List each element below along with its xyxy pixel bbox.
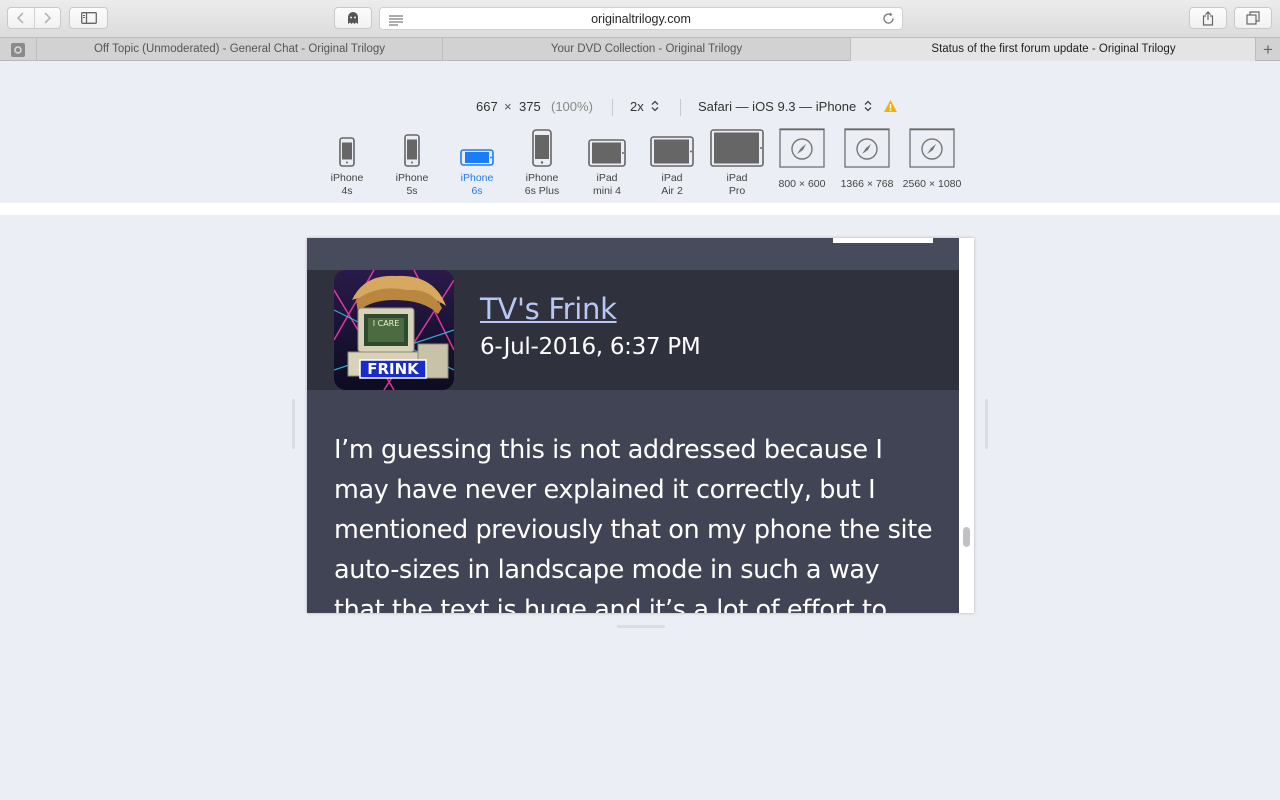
resize-handle-bottom[interactable] <box>617 625 665 628</box>
tab-forum-update[interactable]: Status of the first forum update - Origi… <box>850 38 1256 61</box>
phone-portrait-icon <box>339 137 355 167</box>
viewport-info: 667 × 375 (100%) 2x Safari — iOS 9.3 — i… <box>0 99 1280 117</box>
tab-bar: Off Topic (Unmoderated) - General Chat -… <box>0 37 1280 61</box>
pixel-ratio-select[interactable]: 2x <box>630 99 659 114</box>
sidebar-button[interactable] <box>69 7 108 29</box>
phone-portrait-icon <box>404 134 420 167</box>
pinned-site-icon <box>11 42 25 57</box>
nav-buttons <box>7 7 61 29</box>
user-agent-select[interactable]: Safari — iOS 9.3 — iPhone <box>698 99 872 114</box>
divider <box>612 99 613 116</box>
post-header: I CARE FRINK TV's Frink 6-Jul-2016, 6:37… <box>307 270 959 390</box>
phone-landscape-icon <box>460 149 494 166</box>
responsive-design-bar: 667 × 375 (100%) 2x Safari — iOS 9.3 — i… <box>0 61 1280 203</box>
resize-handle-left[interactable] <box>292 399 295 449</box>
phone-portrait-icon <box>532 129 552 167</box>
share-button[interactable] <box>1189 7 1227 29</box>
ghost-icon <box>348 12 358 24</box>
forward-button[interactable] <box>33 8 61 28</box>
tab-pinned[interactable] <box>0 38 36 61</box>
tab-label: Off Topic (Unmoderated) - General Chat -… <box>93 43 386 55</box>
post-date: 6-Jul-2016, 6:37 PM <box>480 334 701 360</box>
pixel-ratio-value: 2x <box>630 99 644 114</box>
avatar-screen-text: I CARE <box>373 319 400 328</box>
tab-off-topic[interactable]: Off Topic (Unmoderated) - General Chat -… <box>36 38 442 61</box>
sidebar-icon <box>80 12 97 24</box>
viewport-zoom: (100%) <box>551 99 593 114</box>
compass-icon <box>909 128 955 168</box>
compass-icon <box>779 128 825 168</box>
divider <box>680 99 681 116</box>
stepper-icon <box>864 100 872 112</box>
post-body: I’m guessing this is not addressed becau… <box>334 435 933 613</box>
device-presets: iPhone 4s iPhone 5s iPhone 6s iPhone 6s … <box>0 128 1280 199</box>
tabs-overview-button[interactable] <box>1234 7 1272 29</box>
device-viewport: I CARE FRINK TV's Frink 6-Jul-2016, 6:37… <box>307 238 974 613</box>
plus-icon: + <box>1263 40 1273 59</box>
browser-toolbar: originaltrilogy.com <box>0 0 1280 37</box>
reload-icon[interactable] <box>882 12 895 30</box>
page-top-bar <box>307 238 959 270</box>
avatar-image: I CARE FRINK <box>334 270 454 390</box>
tabs-icon <box>1246 11 1260 25</box>
scrollbar-thumb[interactable] <box>963 527 970 547</box>
avatar[interactable]: I CARE FRINK <box>334 270 454 390</box>
author-link[interactable]: TV's Frink <box>480 292 617 326</box>
tablet-landscape-icon <box>650 136 694 167</box>
dimension-times: × <box>504 99 512 114</box>
tab-label: Your DVD Collection - Original Trilogy <box>550 43 743 55</box>
user-agent-value: Safari — iOS 9.3 — iPhone <box>698 99 857 114</box>
tablet-landscape-icon <box>710 129 764 167</box>
warning-icon[interactable] <box>883 99 898 116</box>
private-browsing-button[interactable] <box>334 7 372 29</box>
compass-icon <box>844 128 890 168</box>
back-button[interactable] <box>8 8 34 28</box>
new-tab-button[interactable]: + <box>1255 38 1280 61</box>
avatar-logo-text: FRINK <box>367 360 420 378</box>
tablet-landscape-icon <box>588 139 626 167</box>
tab-label: Status of the first forum update - Origi… <box>931 43 1176 55</box>
viewport-height[interactable]: 375 <box>519 99 541 114</box>
viewport-scrollbar[interactable] <box>959 238 974 613</box>
chevron-right-icon <box>44 12 52 24</box>
share-icon <box>1202 10 1214 26</box>
top-bar-indicator <box>833 238 933 243</box>
device-label: 2560 × 1080 <box>902 178 962 190</box>
resize-handle-right[interactable] <box>985 399 988 449</box>
address-bar[interactable]: originaltrilogy.com <box>379 7 903 30</box>
chevron-left-icon <box>16 12 24 24</box>
tab-dvd-collection[interactable]: Your DVD Collection - Original Trilogy <box>442 38 850 61</box>
url-text: originaltrilogy.com <box>591 12 691 26</box>
viewport-width[interactable]: 667 <box>476 99 498 114</box>
stepper-icon <box>651 100 659 112</box>
divider-strip <box>0 203 1280 215</box>
